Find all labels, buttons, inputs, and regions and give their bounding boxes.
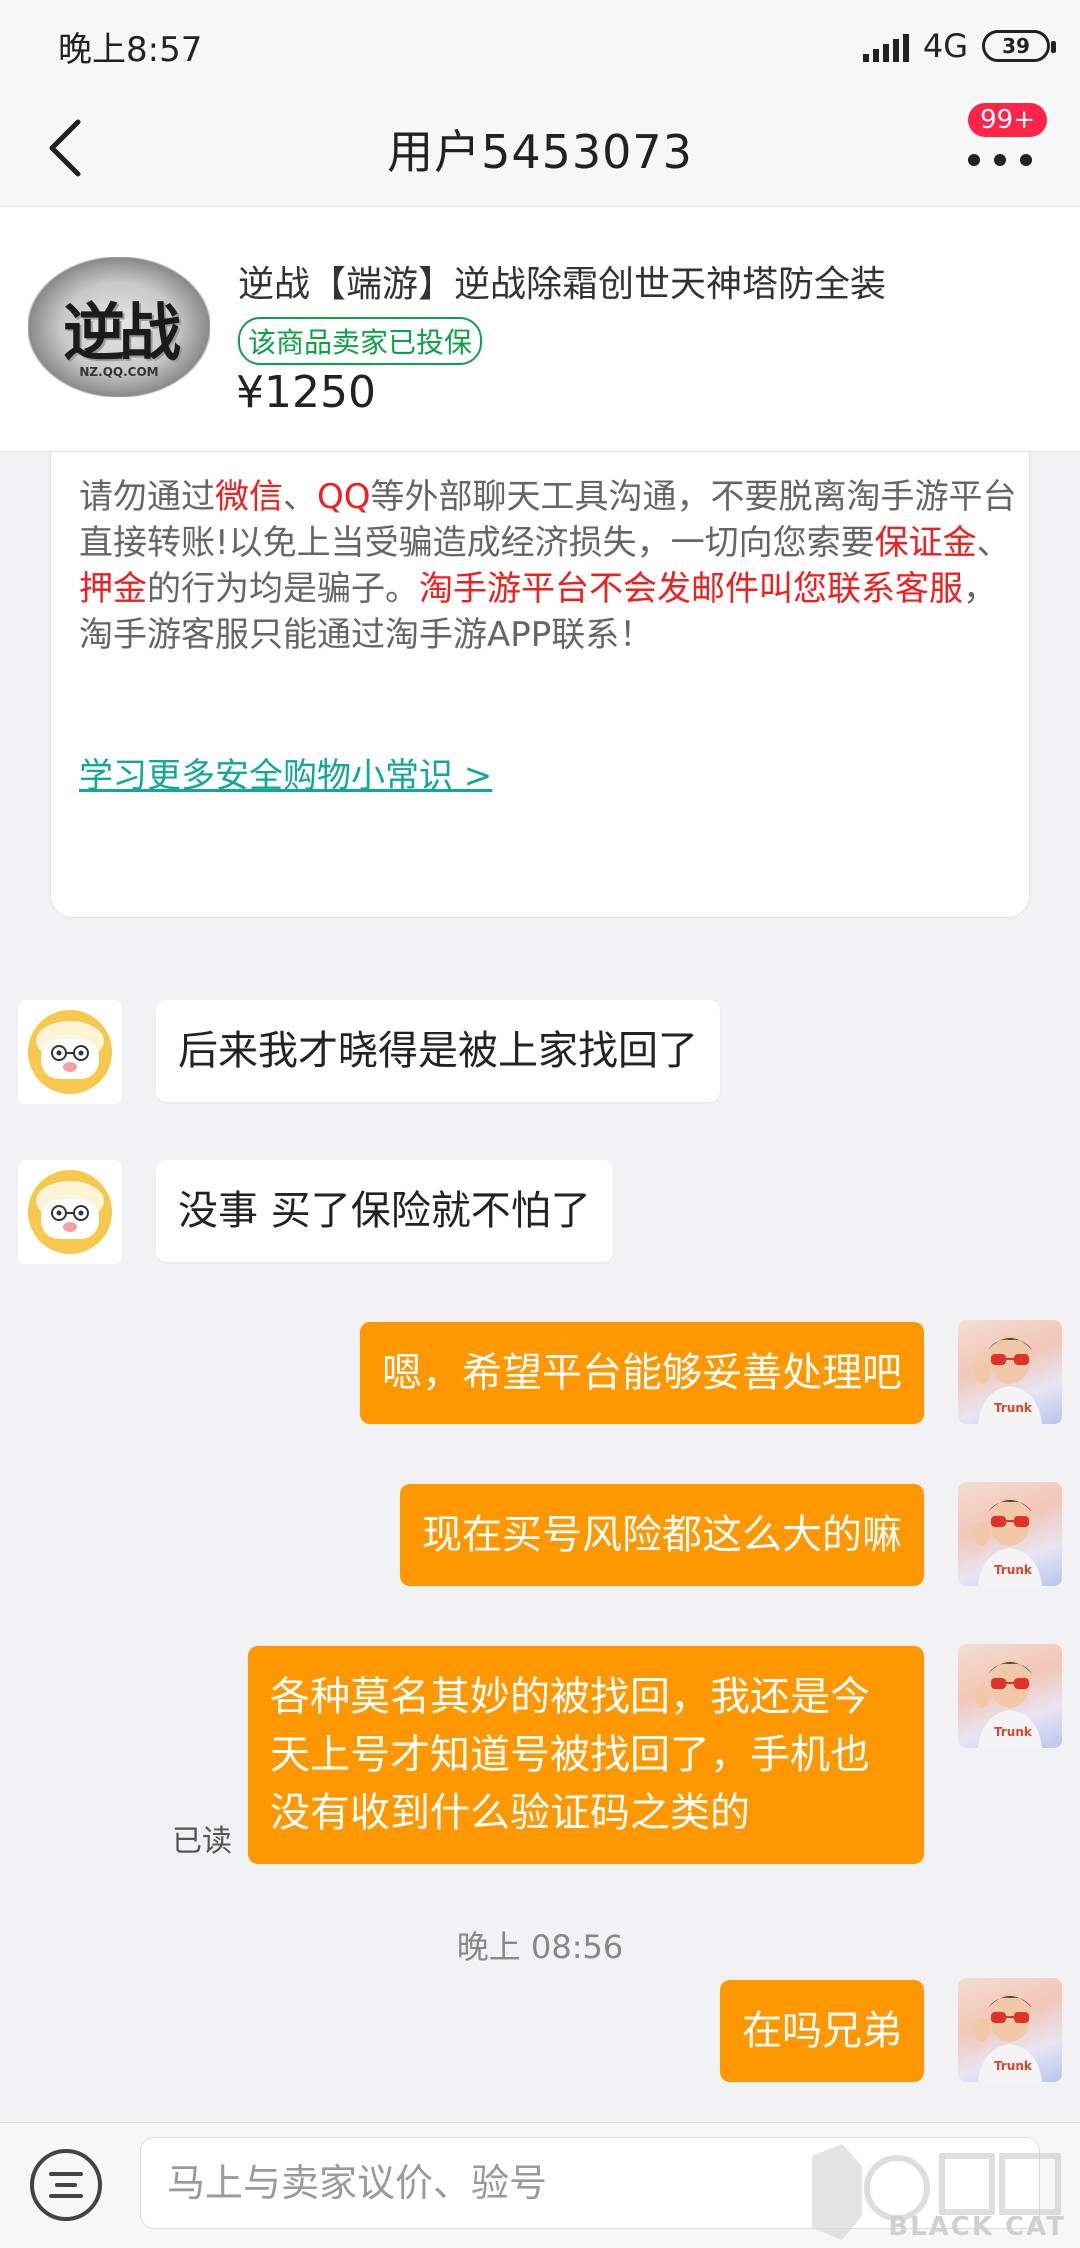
product-card[interactable]: 逆战 NZ.QQ.COM 逆战【端游】逆战除霜创世天神塔防全装 该商品卖家已投保… [0,206,1080,452]
message-bubble-outgoing[interactable]: 嗯，希望平台能够妥善处理吧 [360,1322,924,1424]
message-bubble-outgoing[interactable]: 现在买号风险都这么大的嘛 [400,1484,924,1586]
safety-warning-card: 请勿通过微信、QQ等外部聊天工具沟通，不要脱离淘手游平台直接转账!以免上当受骗造… [50,452,1030,918]
product-price: ¥1250 [236,367,376,418]
read-receipt: 已读 [172,1824,232,1859]
status-time: 晚上8:57 [58,29,203,70]
game-logo-subtext: NZ.QQ.COM [79,365,159,379]
svg-text:Trunk: Trunk [994,1401,1033,1415]
page-title: 用户5453073 [387,125,693,179]
sheep-avatar-icon [28,1010,112,1094]
user-avatar[interactable]: Trunk [958,1978,1062,2082]
signal-icon [862,30,909,62]
person-avatar-icon: Trunk [974,1660,1042,1748]
battery-level: 39 [1002,34,1030,58]
product-title: 逆战【端游】逆战除霜创世天神塔防全装 [238,264,887,305]
learn-more-link[interactable]: 学习更多安全购物小常识 > [79,748,492,797]
user-avatar[interactable]: Trunk [958,1320,1062,1424]
game-logo-text: 逆战 [62,296,181,369]
sheep-avatar-icon [28,1170,112,1254]
svg-text:Trunk: Trunk [994,1725,1033,1739]
user-avatar[interactable]: Trunk [958,1482,1062,1586]
unread-badge: 99+ [965,100,1050,140]
person-avatar-icon: Trunk [974,1994,1042,2082]
svg-text:Trunk: Trunk [994,2059,1033,2073]
message-bubble-incoming[interactable]: 后来我才晓得是被上家找回了 [156,1000,720,1102]
battery-icon: 39 [982,30,1056,62]
network-type: 4G [922,27,968,65]
menu-icon[interactable] [30,2149,102,2221]
back-icon[interactable] [36,118,96,178]
person-avatar-icon: Trunk [974,1498,1042,1586]
product-thumbnail: 逆战 NZ.QQ.COM [28,257,210,397]
message-bubble-outgoing[interactable]: 各种莫名其妙的被找回，我还是今天上号才知道号被找回了，手机也没有收到什么验证码之… [248,1646,924,1864]
status-bar: 晚上8:57 4G 39 [0,0,1080,92]
watermark-text: BLACK CAT [888,2212,1066,2242]
message-bubble-incoming[interactable]: 没事 买了保险就不怕了 [156,1160,613,1262]
message-bubble-outgoing[interactable]: 在吗兄弟 [720,1980,924,2082]
user-avatar[interactable]: Trunk [958,1644,1062,1748]
safety-warning-text: 请勿通过微信、QQ等外部聊天工具沟通，不要脱离淘手游平台直接转账!以免上当受骗造… [79,477,1017,655]
time-divider: 晚上 08:56 [456,1928,624,1966]
svg-text:Trunk: Trunk [994,1563,1033,1577]
insured-badge: 该商品卖家已投保 [238,317,483,365]
nav-bar: 用户5453073 [0,92,1080,206]
seller-avatar[interactable] [18,1000,122,1104]
status-indicators: 4G 39 [862,27,1056,65]
seller-avatar[interactable] [18,1160,122,1264]
person-avatar-icon: Trunk [974,1336,1042,1424]
